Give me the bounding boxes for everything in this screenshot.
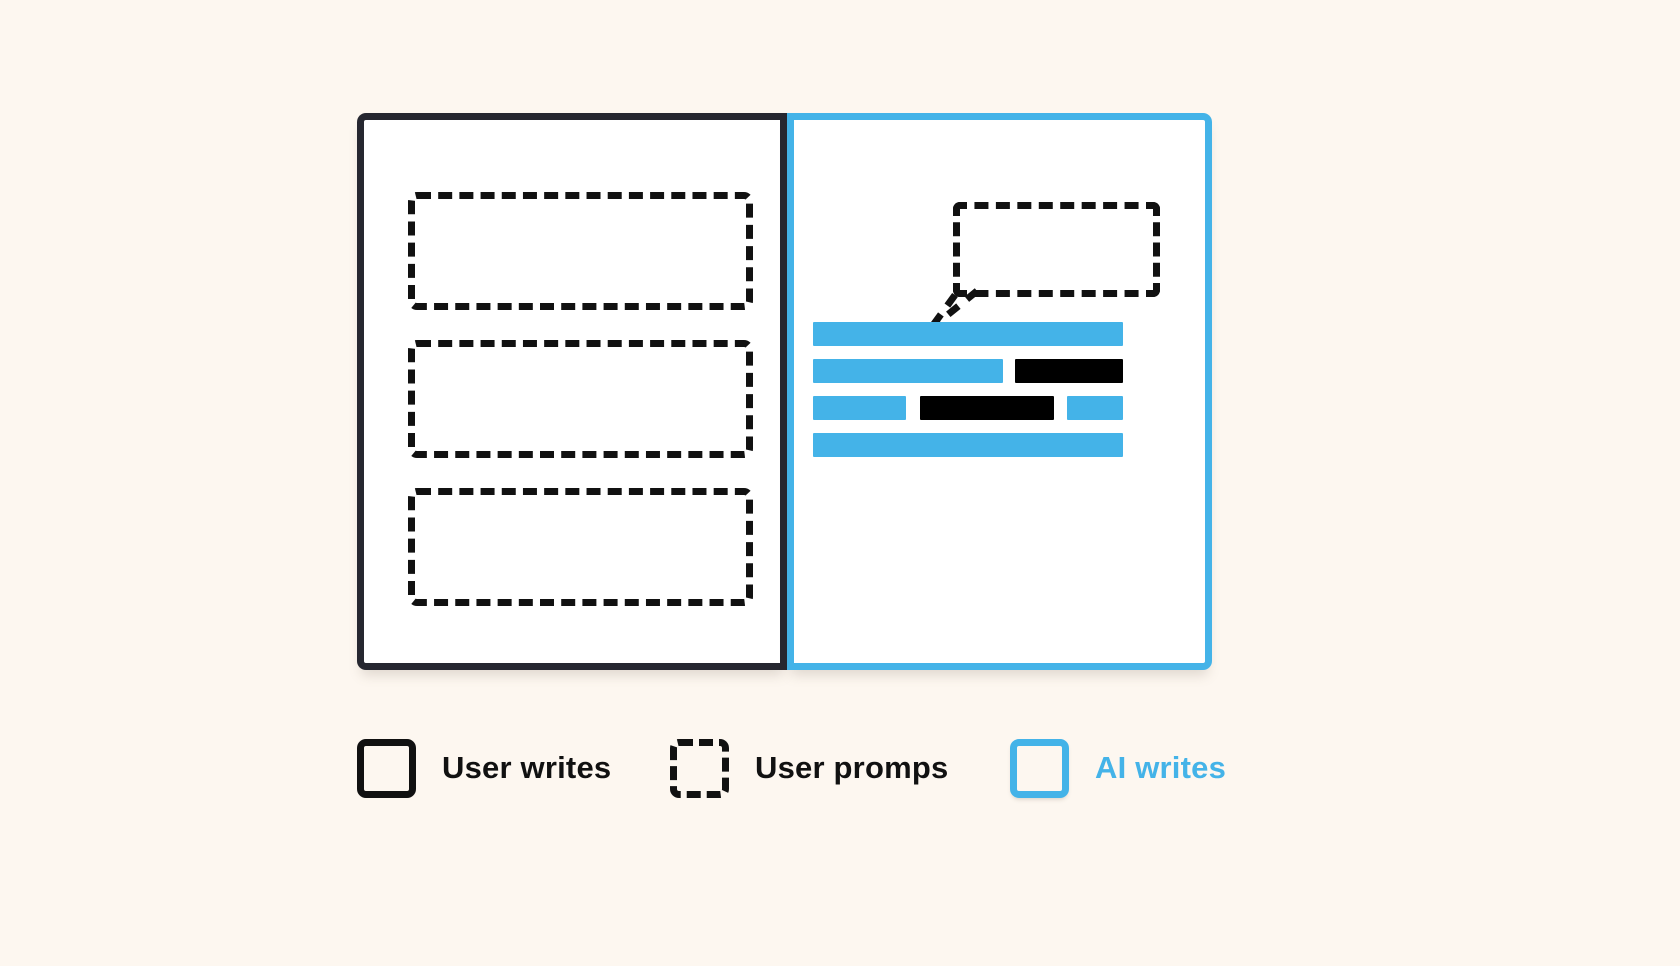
legend-label-user-prompts: User promps: [755, 750, 949, 785]
spine-divider-blue: [787, 113, 794, 670]
ai-text-segment-4-1: [813, 433, 1123, 457]
ai-text-segment-2-1: [813, 359, 1003, 383]
legend-label-ai-writes: AI writes: [1095, 750, 1227, 785]
legend-item-user-prompts[interactable]: User promps: [670, 723, 948, 813]
ai-text-segment-3-1: [813, 396, 906, 420]
prompt-placeholder-1[interactable]: [408, 192, 753, 310]
solid-blue-square-icon: [1010, 738, 1069, 798]
ai-writes-page: [787, 113, 1212, 670]
legend-item-ai-writes[interactable]: AI writes: [1010, 723, 1226, 813]
user-text-segment-3-2: [920, 396, 1054, 420]
prompt-placeholder-3[interactable]: [408, 488, 753, 606]
book-spread: [357, 113, 1212, 670]
legend-label-user-writes: User writes: [442, 750, 612, 785]
user-text-segment-2-2: [1015, 359, 1123, 383]
solid-dark-square-icon: [357, 738, 416, 798]
spine-divider-dark: [780, 113, 787, 670]
legend-item-user-writes[interactable]: User writes: [357, 723, 611, 813]
ai-prompt-bubble[interactable]: [953, 202, 1160, 297]
prompt-placeholder-2[interactable]: [408, 340, 753, 458]
dashed-dark-square-icon: [670, 738, 729, 798]
user-writes-page: [357, 113, 787, 670]
ai-text-segment-1-1: [813, 322, 1123, 346]
legend: User writes User promps AI writes: [357, 723, 1227, 813]
ai-text-segment-3-3: [1067, 396, 1123, 420]
